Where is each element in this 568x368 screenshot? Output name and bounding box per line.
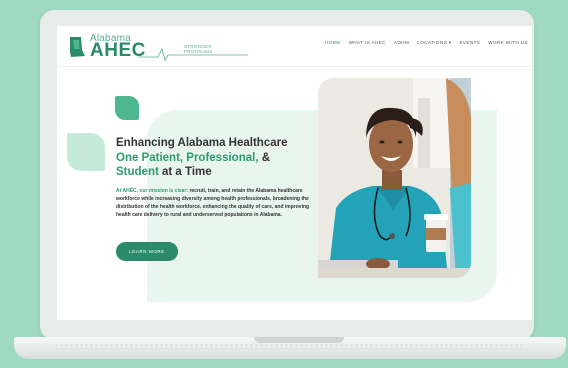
website-screen: Alabama AHEC STRONGER PROGRAMS HOME WHAT… <box>57 26 532 322</box>
nav-item-work-with-us[interactable]: WORK WITH US <box>484 40 532 46</box>
hero-headline: Enhancing Alabama Healthcare One Patient… <box>116 136 336 180</box>
laptop-speaker-grille <box>54 343 526 349</box>
decorative-leaf-shape-light <box>67 133 105 171</box>
screen-bottom-edge <box>57 320 532 322</box>
main-nav: HOME WHAT IS AHEC AOHM LOCATIONS ▾ EVENT… <box>321 40 532 46</box>
nav-item-events[interactable]: EVENTS <box>455 40 484 46</box>
decorative-leaf-shape <box>115 96 139 120</box>
nav-item-aohm[interactable]: AOHM <box>390 40 413 46</box>
nurse-illustration <box>318 78 471 278</box>
nav-item-what-is-ahec[interactable]: WHAT IS AHEC <box>345 40 390 46</box>
hero-photo-nurse <box>318 78 471 278</box>
logo-tagline: STRONGER PROGRAMS <box>184 44 213 54</box>
learn-more-button[interactable]: LEARN MORE <box>116 242 178 261</box>
headline-line-3: Student at a Time <box>116 166 212 178</box>
alabama-state-icon <box>70 37 85 57</box>
headline-line-1: Enhancing Alabama Healthcare <box>116 137 288 149</box>
site-header: Alabama AHEC STRONGER PROGRAMS HOME WHAT… <box>57 26 532 67</box>
headline-line-2: One Patient, Professional, & <box>116 151 271 164</box>
laptop-base <box>14 337 566 359</box>
ahec-logo[interactable]: Alabama AHEC STRONGER PROGRAMS <box>68 33 248 63</box>
nav-item-home[interactable]: HOME <box>321 40 344 46</box>
mission-statement: At AHEC, our mission is clear: recruit, … <box>116 188 310 218</box>
nav-item-locations[interactable]: LOCATIONS ▾ <box>413 40 455 46</box>
